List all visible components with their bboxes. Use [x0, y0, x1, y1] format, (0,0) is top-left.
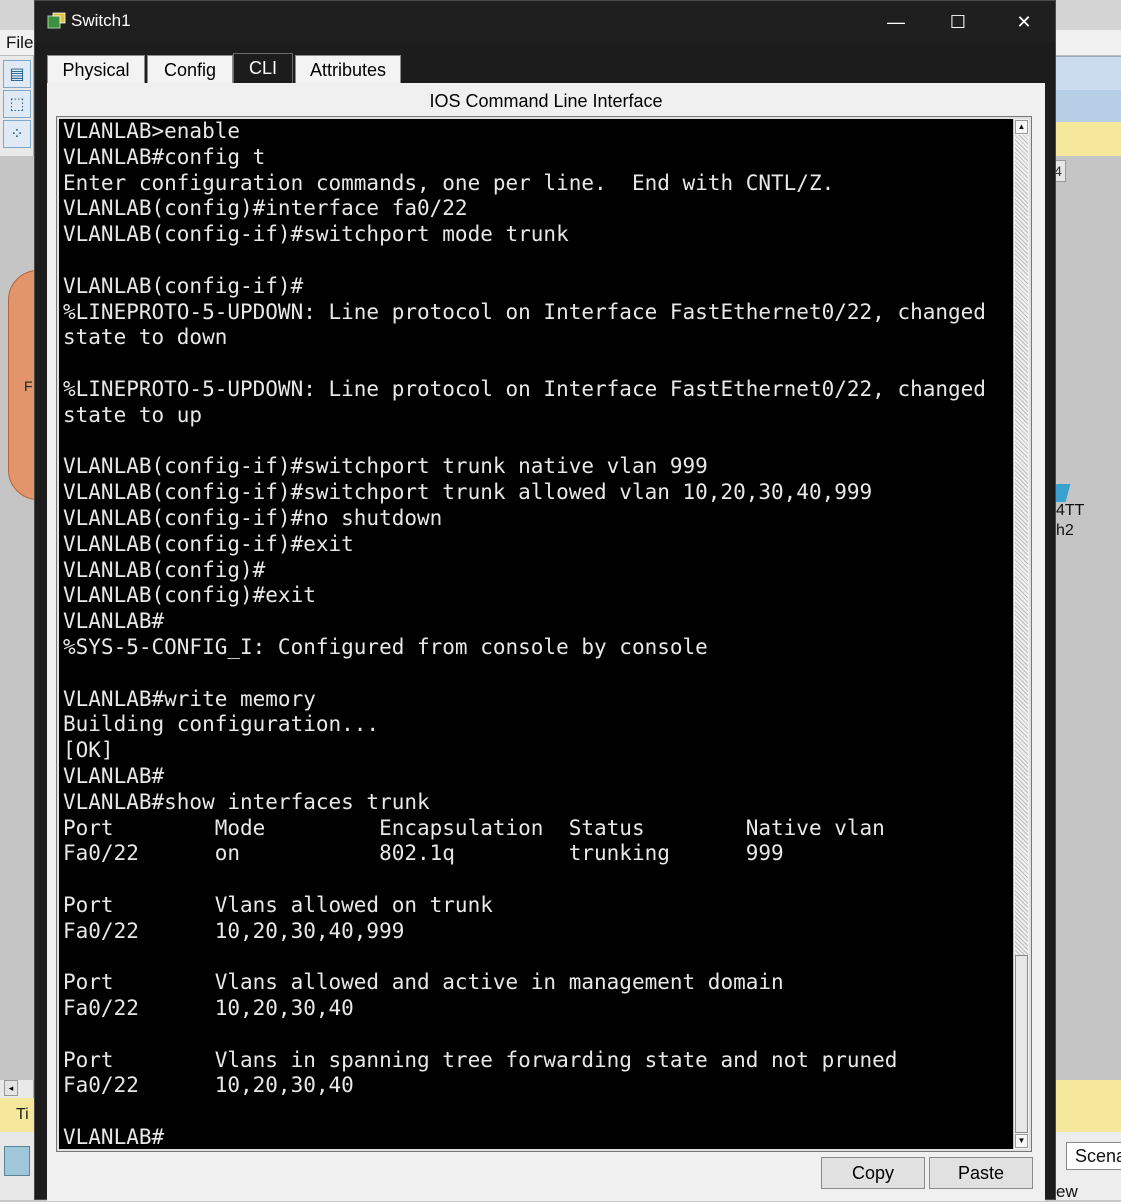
cli-heading: IOS Command Line Interface: [429, 91, 663, 111]
maximize-button[interactable]: ☐: [927, 1, 989, 43]
cli-panel: IOS Command Line Interface VLANLAB>enabl…: [47, 83, 1045, 1201]
terminal-line: VLANLAB#: [63, 1125, 165, 1149]
network-icon[interactable]: ⁘: [3, 120, 31, 148]
new-file-icon[interactable]: ▤: [3, 60, 31, 88]
terminal-line: VLANLAB#: [63, 763, 165, 788]
window-title: Switch1: [71, 11, 131, 30]
terminal-line: VLANLAB(config-if)#: [63, 273, 304, 298]
scroll-down-arrow[interactable]: ▼: [1015, 1134, 1028, 1148]
terminal-line: VLANLAB(config)#interface fa0/22: [63, 196, 468, 221]
workspace-canvas-right: [1056, 156, 1121, 1080]
scenario-dropdown[interactable]: Scena: [1066, 1142, 1121, 1170]
terminal-line: VLANLAB#: [63, 609, 165, 634]
cli-terminal[interactable]: VLANLAB>enable VLANLAB#config t Enter conf…: [56, 116, 1032, 1152]
scroll-left-arrow[interactable]: ◂: [4, 1080, 18, 1096]
right-info-bar: [1056, 122, 1121, 156]
paste-button[interactable]: Paste: [929, 1157, 1033, 1189]
copy-button[interactable]: Copy: [821, 1157, 925, 1189]
terminal-line: VLANLAB#config t: [63, 144, 266, 169]
terminal-line: Fa0/22 10,20,30,40: [63, 996, 354, 1021]
terminal-line: VLANLAB>enable: [63, 119, 241, 143]
tab-cli[interactable]: CLI: [233, 53, 293, 83]
window-titlebar[interactable]: Switch1 — ☐ ✕: [35, 1, 1055, 43]
terminal-line: Fa0/22 10,20,30,40,999: [63, 918, 405, 943]
terminal-line: VLANLAB(config)#exit: [63, 583, 316, 608]
terminal-line: %LINEPROTO-5-UPDOWN: Line protocol on In…: [63, 376, 986, 401]
device-palette-icon[interactable]: [4, 1146, 30, 1176]
terminal-line: VLANLAB#show interfaces trunk: [63, 789, 430, 814]
terminal-line: [OK]: [63, 738, 114, 763]
terminal-line: VLANLAB#write memory: [63, 686, 316, 711]
minimize-button[interactable]: —: [865, 1, 927, 43]
scroll-up-arrow[interactable]: ▲: [1015, 120, 1028, 134]
terminal-line: Port Vlans in spanning tree forwarding s…: [63, 1047, 898, 1072]
terminal-line: VLANLAB(config)#: [63, 557, 266, 582]
terminal-scrollbar[interactable]: ▲ ▼: [1013, 119, 1029, 1149]
terminal-line: VLANLAB(config-if)#no shutdown: [63, 505, 443, 530]
scroll-track[interactable]: [1015, 135, 1028, 1133]
device-name-label: h2: [1056, 522, 1074, 539]
close-button[interactable]: ✕: [993, 1, 1055, 43]
terminal-line: %LINEPROTO-5-UPDOWN: Line protocol on In…: [63, 299, 986, 324]
terminal-line: Fa0/22 on 802.1q trunking 999: [63, 841, 784, 866]
terminal-line: Building configuration...: [63, 712, 380, 737]
terminal-line: VLANLAB(config-if)#switchport trunk allo…: [63, 480, 873, 505]
terminal-line: VLANLAB(config-if)#switchport trunk nati…: [63, 454, 708, 479]
tab-config[interactable]: Config: [147, 55, 233, 83]
terminal-line: Port Vlans allowed on trunk: [63, 892, 493, 917]
terminal-line: Port Vlans allowed and active in managem…: [63, 970, 784, 995]
device-model-label: 4TT: [1056, 502, 1085, 519]
right-toolbar-row: [1056, 56, 1121, 90]
device-label: F: [24, 378, 33, 394]
packet-tracer-icon: [47, 12, 66, 29]
terminal-line: Fa0/22 10,20,30,40: [63, 1073, 354, 1098]
right-toolbar-row-2: [1056, 90, 1121, 122]
scroll-thumb[interactable]: [1015, 955, 1028, 1133]
select-icon[interactable]: ⬚: [3, 90, 31, 118]
timeline-bar-right: [1056, 1080, 1121, 1132]
terminal-line: %SYS-5-CONFIG_I: Configured from console…: [63, 634, 708, 659]
menu-file[interactable]: File: [6, 33, 33, 53]
terminal-line: VLANLAB(config-if)#switchport mode trunk: [63, 222, 569, 247]
switch-window: Switch1 — ☐ ✕ Physical Config CLI Attrib…: [34, 0, 1056, 1201]
tab-attributes[interactable]: Attributes: [295, 55, 401, 83]
terminal-line: Enter configuration commands, one per li…: [63, 170, 835, 195]
view-label[interactable]: ew: [1056, 1182, 1078, 1202]
terminal-output[interactable]: VLANLAB>enable VLANLAB#config t Enter conf…: [63, 119, 1015, 1149]
terminal-line: VLANLAB(config-if)#exit: [63, 531, 354, 556]
terminal-line: state to down: [63, 325, 228, 350]
terminal-line: Port Mode Encapsulation Status Native vl…: [63, 815, 885, 840]
terminal-line: state to up: [63, 402, 203, 427]
tab-physical[interactable]: Physical: [47, 55, 145, 83]
timeline-label: Ti: [16, 1106, 29, 1123]
